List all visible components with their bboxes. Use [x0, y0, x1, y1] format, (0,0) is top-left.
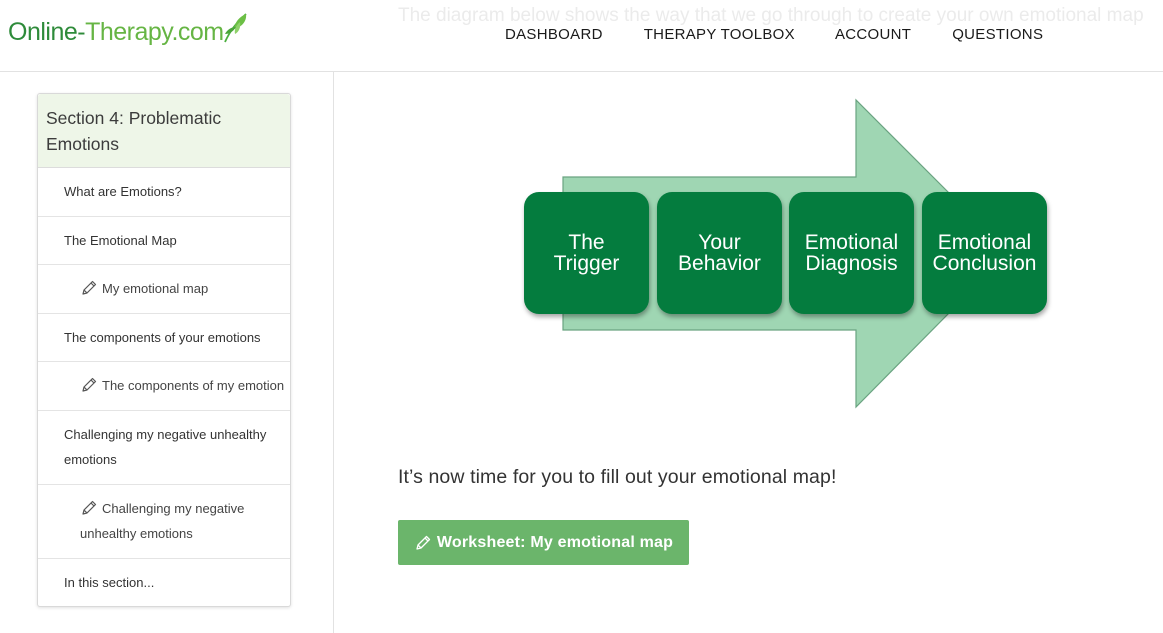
diagram-box-trigger: The Trigger [524, 192, 649, 314]
sidebar-item-label: The Emotional Map [64, 232, 177, 248]
pencil-icon [82, 377, 97, 392]
diagram-box-diagnosis: Emotional Diagnosis [789, 192, 914, 314]
nav-account[interactable]: ACCOUNT [835, 26, 911, 43]
emotional-map-diagram: The Trigger Your Behavior Emotional Diagnos… [520, 98, 1055, 410]
fill-map-prompt: It’s now time for you to fill out your e… [398, 466, 837, 488]
section-sidebar: Section 4: Problematic Emotions What are… [37, 93, 291, 607]
sidebar-section-title: Section 4: Problematic Emotions [38, 94, 290, 168]
worksheet-button-label: Worksheet: My emotional map [436, 533, 674, 551]
worksheet-button[interactable]: Worksheet: My emotional map [398, 520, 689, 565]
sidebar-item-label: Challenging my negative unhealthy emotio… [64, 426, 267, 468]
pencil-icon [416, 535, 431, 550]
pencil-icon [82, 500, 97, 515]
sidebar-item-challenging-emotions[interactable]: Challenging my negative unhealthy emotio… [38, 411, 290, 485]
column-divider [333, 72, 334, 633]
sidebar-item-label: In this section... [64, 574, 155, 590]
sidebar-item-what-are-emotions[interactable]: What are Emotions? [38, 168, 290, 217]
sidebar-item-emotional-map[interactable]: The Emotional Map [38, 217, 290, 265]
site-logo[interactable]: Online-Therapy.com [8, 13, 248, 50]
top-header: The diagram below shows the way that we … [0, 0, 1163, 72]
nav-questions[interactable]: QUESTIONS [952, 26, 1043, 43]
sidebar-item-label: Challenging my negative unhealthy emotio… [80, 500, 245, 542]
sidebar-item-components-of-emotions[interactable]: The components of your emotions [38, 314, 290, 362]
diagram-box-behavior: Your Behavior [657, 192, 782, 314]
sidebar-worksheet-challenging-emotions[interactable]: Challenging my negative unhealthy emotio… [38, 485, 290, 559]
pencil-icon [82, 280, 97, 295]
leaf-icon [223, 13, 247, 43]
nav-dashboard[interactable]: DASHBOARD [505, 26, 603, 43]
sidebar-item-label: My emotional map [102, 281, 209, 296]
sidebar-item-label: The components of your emotions [64, 329, 261, 345]
main-nav: DASHBOARD THERAPY TOOLBOX ACCOUNT QUESTI… [505, 26, 1043, 43]
logo-text: Online-Therapy.com [8, 17, 224, 46]
sidebar-item-label: What are Emotions? [64, 184, 182, 199]
sidebar-item-in-this-section[interactable]: In this section... [38, 559, 290, 607]
diagram-box-conclusion: Emotional Conclusion [922, 192, 1047, 314]
sidebar-worksheet-my-emotional-map[interactable]: My emotional map [38, 265, 290, 314]
sidebar-worksheet-components-of-my-emotion[interactable]: The components of my emotion [38, 362, 290, 411]
nav-therapy-toolbox[interactable]: THERAPY TOOLBOX [644, 26, 795, 43]
sidebar-item-label: The components of my emotion [102, 378, 285, 393]
